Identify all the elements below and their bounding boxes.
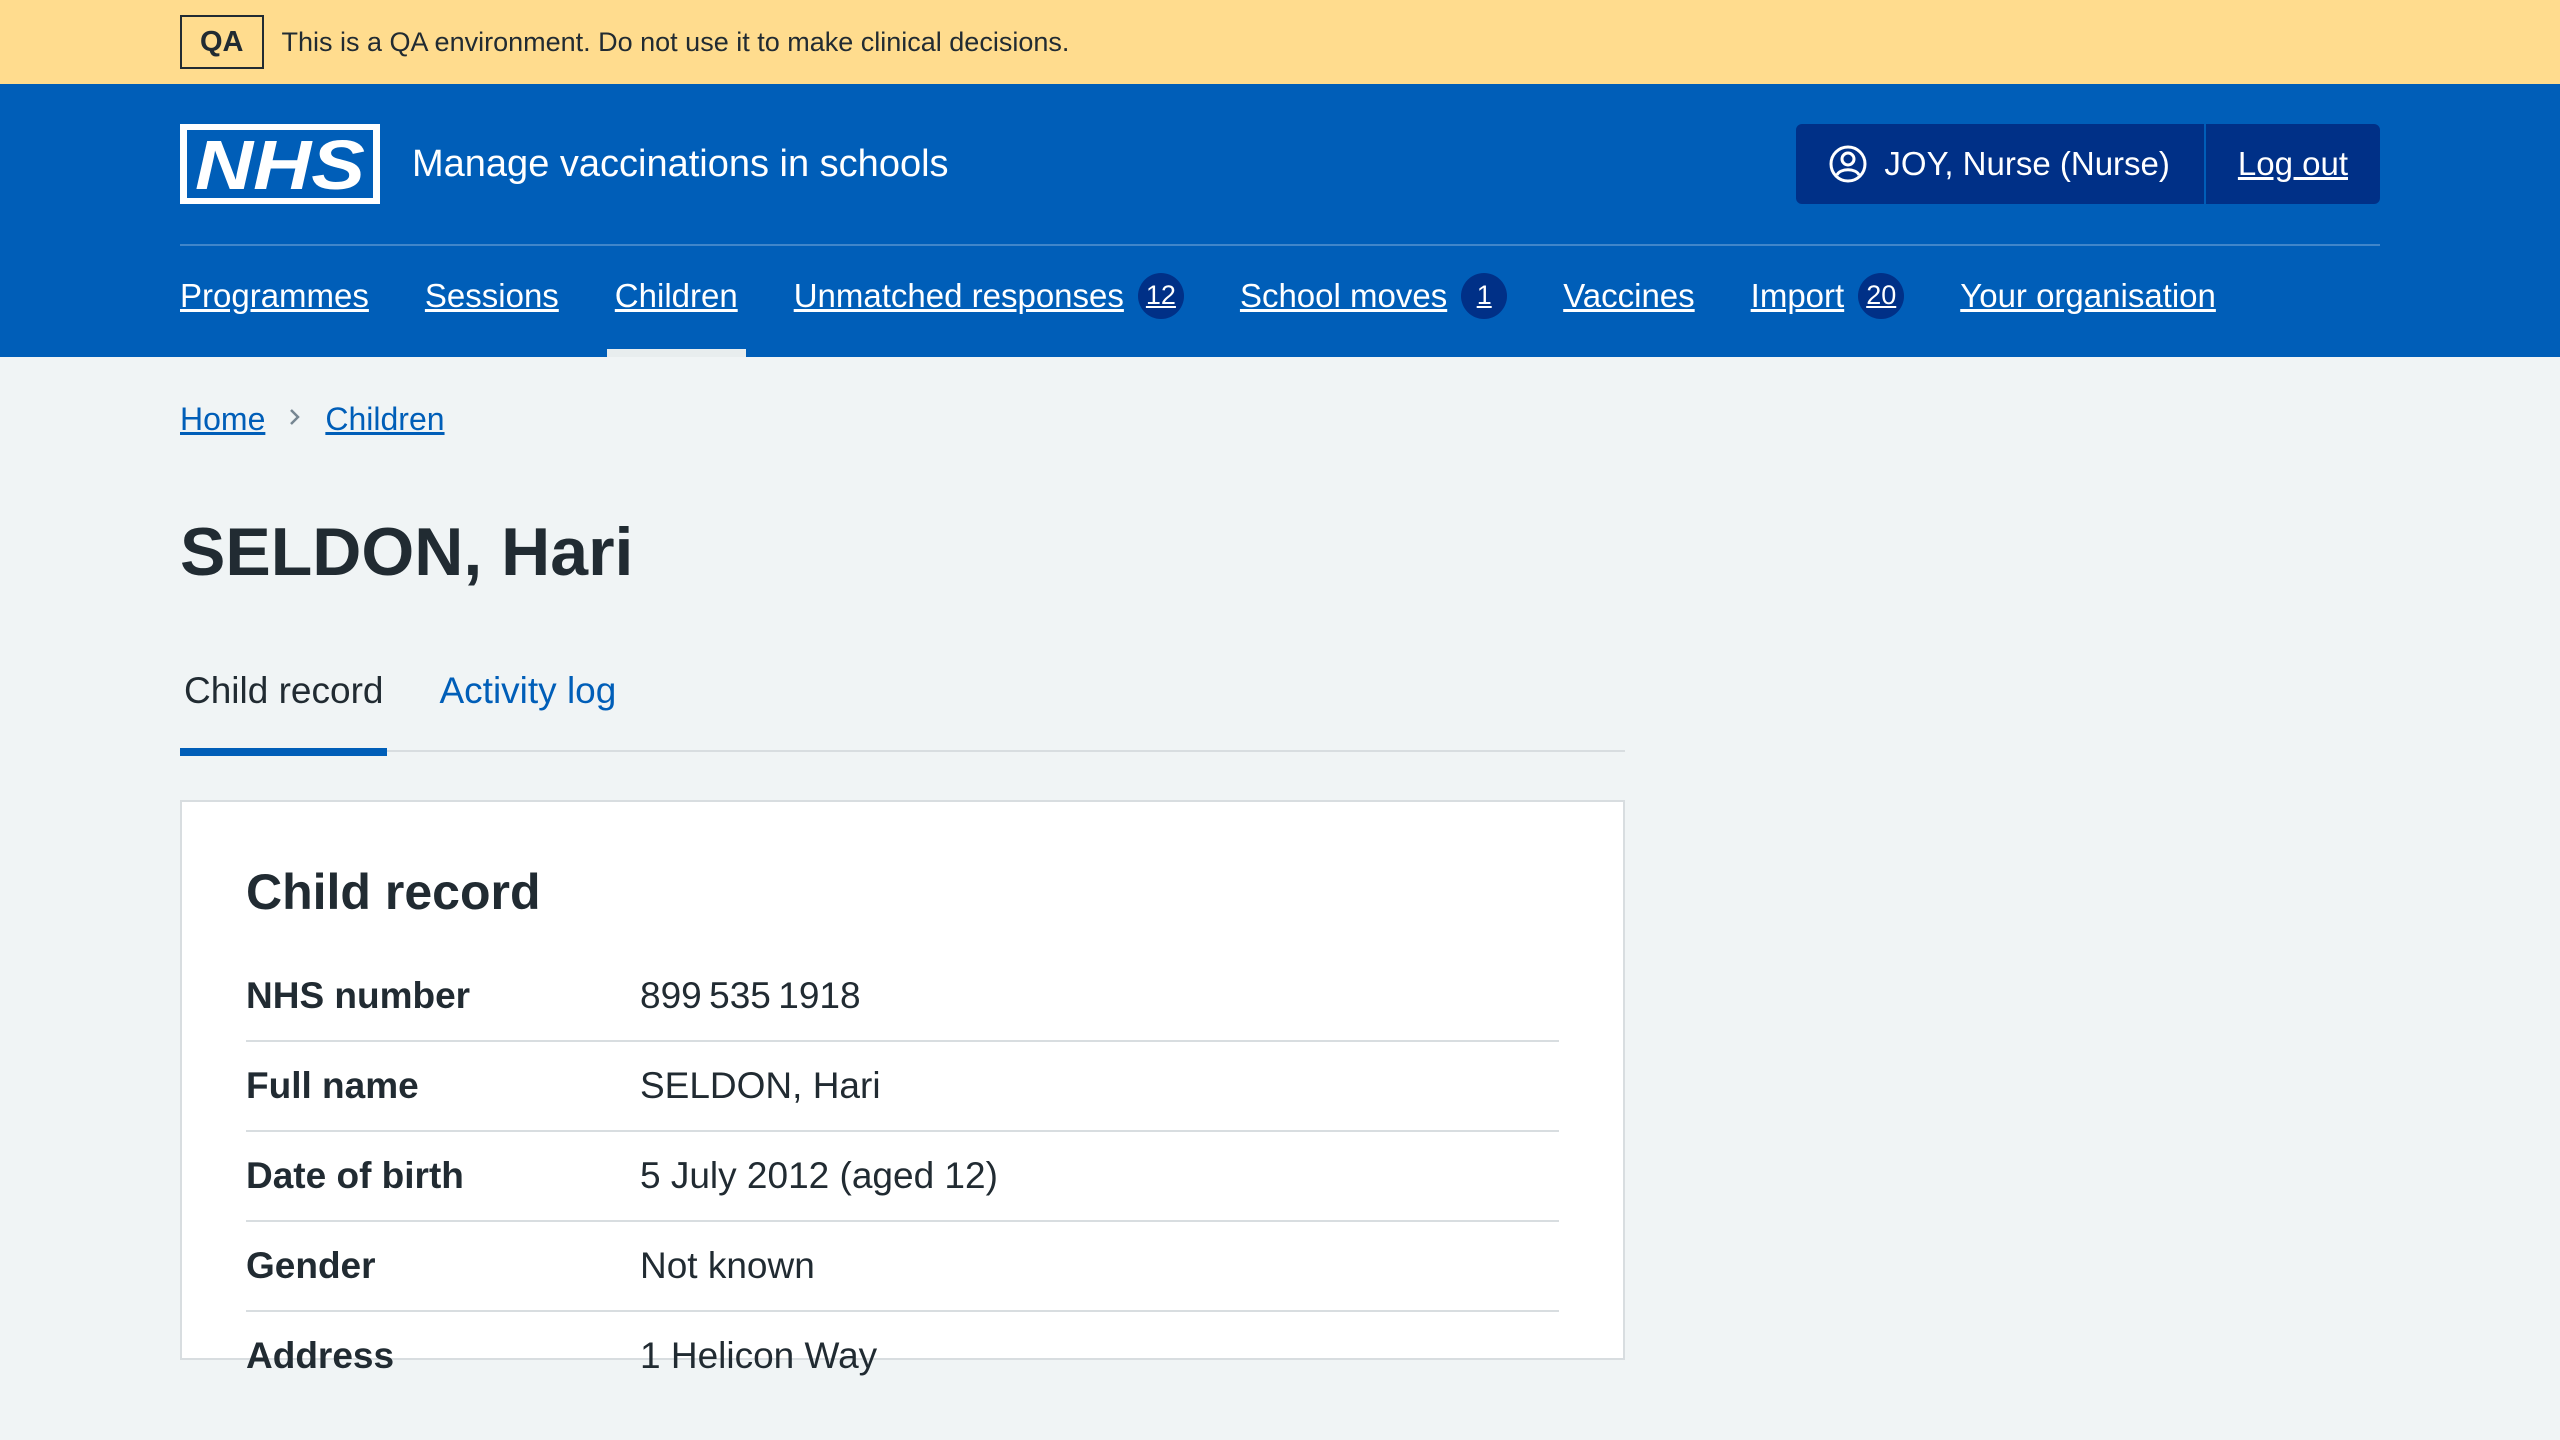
tab-bar: Child record Activity log [180, 670, 1625, 756]
breadcrumb-children[interactable]: Children [325, 401, 444, 438]
brand[interactable]: NHS Manage vaccinations in schools [180, 124, 949, 204]
summary-key: Gender [246, 1245, 376, 1286]
summary-row-full-name: Full name SELDON, Hari [246, 1042, 1559, 1132]
main-content: Home Children SELDON, Hari Child record … [0, 401, 2560, 1376]
breadcrumb-home[interactable]: Home [180, 401, 265, 438]
summary-row-date-of-birth: Date of birth 5 July 2012 (aged 12) [246, 1132, 1559, 1222]
account-user-label: JOY, Nurse (Nurse) [1884, 145, 2170, 182]
user-circle-icon [1829, 145, 1867, 183]
header-top: NHS Manage vaccinations in schools JOY, … [0, 84, 2560, 244]
primary-nav: Programmes Sessions Children Unmatched r… [0, 246, 2560, 357]
tab-child-record[interactable]: Child record [180, 670, 388, 756]
child-record-card: Child record NHS number 899 535 1918 Ful… [180, 800, 1625, 1376]
summary-row-gender: Gender Not known [246, 1222, 1559, 1312]
summary-key: Address [246, 1335, 395, 1376]
service-name[interactable]: Manage vaccinations in schools [412, 143, 949, 186]
count-badge: 1 [1461, 272, 1508, 319]
qa-banner: QA This is a QA environment. Do not use … [0, 0, 2560, 84]
summary-value: Not known [640, 1245, 815, 1286]
tab-activity-log[interactable]: Activity log [435, 670, 620, 750]
nav-item-sessions[interactable]: Sessions [421, 246, 563, 357]
summary-value: 5 July 2012 (aged 12) [640, 1155, 998, 1196]
summary-key: Date of birth [246, 1155, 464, 1196]
qa-tag: QA [180, 15, 264, 69]
chevron-right-icon [287, 403, 303, 437]
summary-key: NHS number [246, 975, 471, 1016]
summary-value: SELDON, Hari [640, 1065, 881, 1106]
logout-link[interactable]: Log out [2206, 124, 2380, 204]
summary-row-nhs-number: NHS number 899 535 1918 [246, 952, 1559, 1042]
nav-item-children[interactable]: Children [606, 246, 746, 357]
summary-value: 1 Helicon Way [640, 1335, 878, 1376]
qa-message: This is a QA environment. Do not use it … [281, 26, 1070, 57]
count-badge: 20 [1858, 272, 1905, 319]
account-bar: JOY, Nurse (Nurse) Log out [1796, 124, 2380, 204]
nav-item-unmatched-responses[interactable]: Unmatched responses 12 [790, 246, 1188, 357]
site-header: NHS Manage vaccinations in schools JOY, … [0, 84, 2560, 357]
count-badge: 12 [1137, 272, 1184, 319]
nav-item-school-moves[interactable]: School moves 1 [1236, 246, 1511, 357]
summary-row-address: Address 1 Helicon Way [246, 1312, 1559, 1400]
nav-item-vaccines[interactable]: Vaccines [1559, 246, 1698, 357]
nhs-logo-icon: NHS [187, 128, 373, 200]
summary-key: Full name [246, 1065, 419, 1106]
nav-item-your-organisation[interactable]: Your organisation [1956, 246, 2220, 357]
nav-item-programmes[interactable]: Programmes [176, 246, 373, 357]
summary-value: 899 535 1918 [640, 975, 861, 1016]
nhs-logo[interactable]: NHS [180, 124, 380, 204]
nhs-logo-text: NHS [195, 128, 365, 200]
page-title: SELDON, Hari [180, 514, 634, 590]
account-user: JOY, Nurse (Nurse) [1796, 124, 2206, 204]
card-title: Child record [246, 864, 541, 920]
nav-item-import[interactable]: Import 20 [1747, 246, 1909, 357]
breadcrumb: Home Children [180, 401, 2560, 438]
